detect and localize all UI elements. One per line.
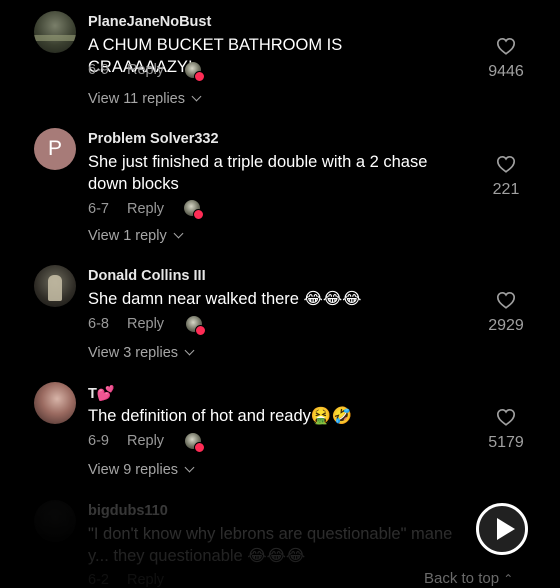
chevron-down-icon bbox=[191, 91, 202, 102]
comment-text: She damn near walked there 😂😂😂 bbox=[88, 290, 362, 308]
creator-liked-avatar bbox=[184, 200, 204, 220]
like-count: 221 bbox=[492, 181, 520, 198]
avatar[interactable] bbox=[34, 382, 76, 424]
comment-meta: 6-9 Reply bbox=[88, 62, 164, 78]
comment-meta: 6-2 Reply bbox=[88, 572, 164, 588]
reply-button[interactable]: Reply bbox=[127, 433, 164, 449]
liked-by-creator-icon bbox=[193, 209, 204, 220]
creator-liked-avatar bbox=[185, 433, 205, 453]
avatar[interactable]: P bbox=[34, 128, 76, 170]
avatar[interactable] bbox=[34, 265, 76, 307]
liked-by-creator-icon bbox=[194, 71, 205, 82]
view-replies-button[interactable]: View 1 reply bbox=[88, 228, 184, 244]
chevron-down-icon bbox=[184, 345, 195, 356]
like-count: 9446 bbox=[488, 63, 524, 80]
chevron-down-icon bbox=[173, 228, 184, 239]
avatar[interactable] bbox=[34, 11, 76, 53]
heart-outline-icon bbox=[496, 37, 516, 55]
like-button[interactable]: 221 bbox=[478, 155, 534, 199]
like-button[interactable]: 9446 bbox=[478, 37, 534, 81]
comment-date: 6-9 bbox=[88, 433, 109, 449]
comment-text: She just finished a triple double with a… bbox=[88, 153, 428, 193]
like-button[interactable]: 5179 bbox=[478, 408, 534, 452]
comment-username[interactable]: Problem Solver332 bbox=[88, 131, 219, 147]
comment-meta: 6-9 Reply bbox=[88, 433, 164, 449]
liked-by-creator-icon bbox=[195, 325, 206, 336]
comment-username[interactable]: T💕 bbox=[88, 385, 115, 402]
back-to-top-button[interactable]: Back to top ⌃ bbox=[424, 570, 513, 587]
view-replies-button[interactable]: View 3 replies bbox=[88, 345, 195, 361]
comment-username[interactable]: Donald Collins III bbox=[88, 268, 206, 284]
chevron-down-icon bbox=[184, 462, 195, 473]
comment-text: The definition of hot and ready🤮🤣 bbox=[88, 407, 352, 425]
like-count: 2929 bbox=[488, 317, 524, 334]
play-icon[interactable] bbox=[476, 503, 528, 555]
comment-date: 6-7 bbox=[88, 201, 109, 217]
creator-liked-avatar bbox=[186, 316, 206, 336]
comment-text: "I don't know why lebrons are questionab… bbox=[88, 525, 453, 565]
liked-by-creator-icon bbox=[194, 442, 205, 453]
comment-date: 6-2 bbox=[88, 572, 109, 588]
avatar[interactable] bbox=[34, 500, 76, 542]
reply-button[interactable]: Reply bbox=[127, 572, 164, 588]
view-replies-button[interactable]: View 9 replies bbox=[88, 462, 195, 478]
heart-outline-icon bbox=[496, 291, 516, 309]
comment-date: 6-9 bbox=[88, 62, 109, 78]
view-replies-button[interactable]: View 11 replies bbox=[88, 91, 202, 107]
heart-outline-icon bbox=[496, 155, 516, 173]
creator-liked-avatar bbox=[185, 62, 205, 82]
reply-button[interactable]: Reply bbox=[127, 316, 164, 332]
like-button[interactable]: 2929 bbox=[478, 291, 534, 335]
chevron-up-icon: ⌃ bbox=[503, 572, 514, 586]
comment-date: 6-8 bbox=[88, 316, 109, 332]
comment-username[interactable]: bigdubs110 bbox=[88, 503, 168, 519]
comment-meta: 6-7 Reply bbox=[88, 201, 164, 217]
comment-meta: 6-8 Reply bbox=[88, 316, 164, 332]
comment-username[interactable]: PlaneJaneNoBust bbox=[88, 14, 211, 30]
reply-button[interactable]: Reply bbox=[127, 62, 164, 78]
reply-button[interactable]: Reply bbox=[127, 201, 164, 217]
heart-outline-icon bbox=[496, 408, 516, 426]
like-count: 5179 bbox=[488, 434, 524, 451]
